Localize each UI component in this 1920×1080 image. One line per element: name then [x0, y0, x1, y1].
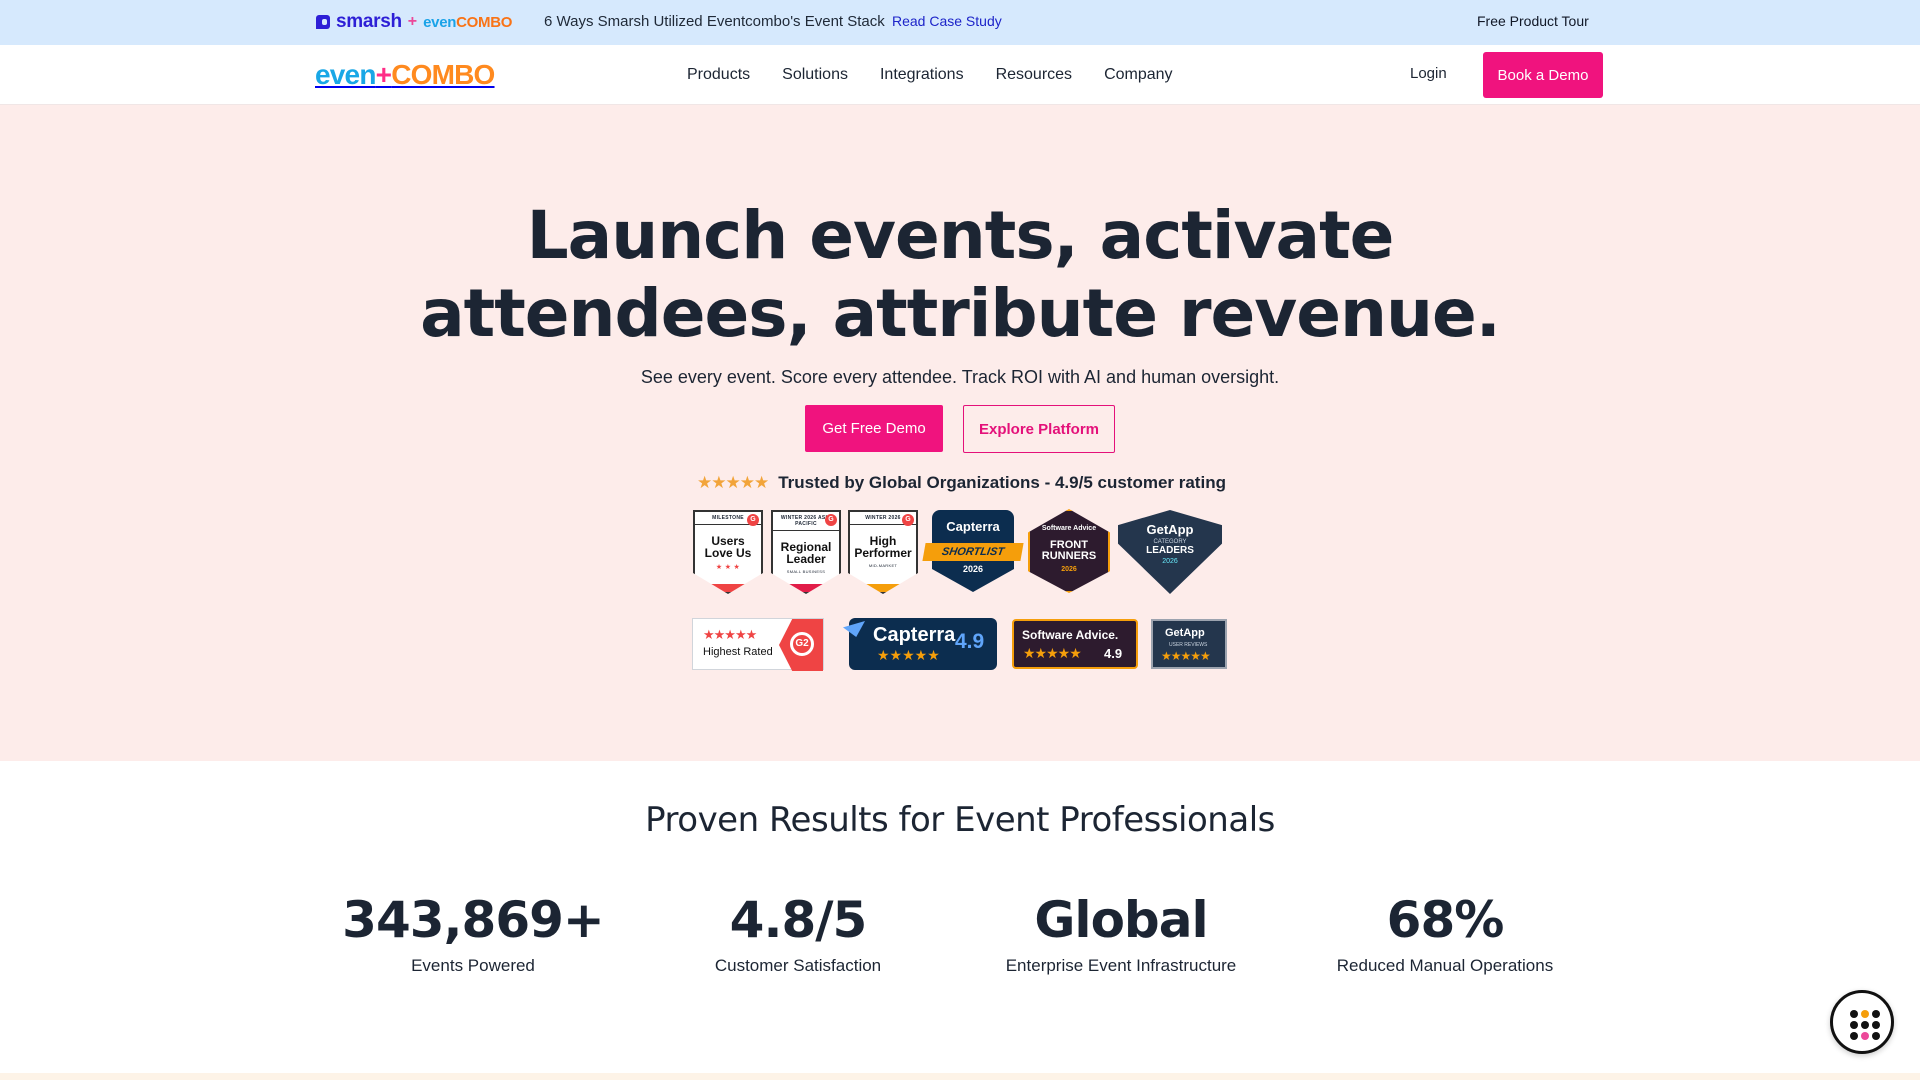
capterra-rating-badge: Capterra ★★★★★ 4.9: [843, 618, 997, 670]
nav-item-company[interactable]: Company: [1104, 65, 1172, 85]
chat-launcher-button[interactable]: [1830, 990, 1894, 1054]
nav-item-solutions[interactable]: Solutions: [782, 65, 848, 85]
hero-subheadline: See every event. Score every attendee. T…: [640, 367, 1280, 387]
get-free-demo-button[interactable]: Get Free Demo: [805, 405, 943, 452]
nav-item-resources[interactable]: Resources: [996, 65, 1072, 85]
main-nav: even+COMBO Products Solutions Integratio…: [0, 45, 1920, 105]
book-demo-button[interactable]: Book a Demo: [1483, 52, 1603, 98]
g2-logo-icon: G2: [779, 619, 823, 671]
hero-headline: Launch events, activate attendees, attrib…: [420, 197, 1501, 352]
eventcombo-small-logo: evenCOMBO: [423, 13, 513, 31]
g2-logo-icon: G: [902, 514, 914, 526]
next-section-edge: [0, 1073, 1920, 1080]
trust-text: Trusted by Global Organizations - 4.9/5 …: [778, 473, 1226, 492]
nav-item-products[interactable]: Products: [687, 65, 750, 85]
getapp-rating-badge: GetApp USER REVIEWS ★★★★★: [1151, 619, 1227, 669]
eventcombo-logo[interactable]: even+COMBO: [315, 60, 495, 90]
stat-events-powered: 343,869+ Events Powered: [342, 891, 605, 975]
capterra-stars-icon: ★★★★★: [877, 647, 940, 663]
g2-logo-icon: G: [825, 514, 837, 526]
rating-stars-icon: ★★★★★: [697, 473, 769, 492]
g2-logo-icon: G: [747, 514, 759, 526]
dots-grid-icon: [1850, 1010, 1880, 1040]
announcement-bar: smarsh + evenCOMBO 6 Ways Smarsh Utilize…: [0, 0, 1920, 45]
software-advice-rating-badge: Software Advice. ★★★★★ 4.9: [1012, 619, 1138, 669]
smarsh-logo-icon: [316, 15, 330, 29]
smarsh-logo-text: smarsh: [336, 11, 402, 32]
read-case-study-link[interactable]: Read Case Study: [892, 13, 1002, 29]
plus-icon: +: [407, 13, 418, 30]
capterra-year: 2026: [963, 564, 984, 574]
g2-highest-rated-badge: ★★★★★ Highest Rated G2: [692, 618, 824, 671]
g2-stars-icon: ★★★★★: [703, 627, 757, 642]
software-advice-stars-icon: ★★★★★: [1023, 645, 1082, 661]
co-brand-logos: smarsh + evenCOMBO: [316, 11, 513, 32]
getapp-stars-icon: ★★★★★: [1161, 649, 1211, 663]
explore-platform-button[interactable]: Explore Platform: [963, 405, 1115, 453]
case-study-text: 6 Ways Smarsh Utilized Eventcombo's Even…: [544, 13, 885, 30]
results-title: Proven Results for Event Professionals: [645, 800, 1275, 840]
free-product-tour-link[interactable]: Free Product Tour: [1477, 13, 1589, 29]
capterra-shortlist-ribbon: SHORTLIST: [922, 543, 1024, 561]
login-link[interactable]: Login: [1410, 65, 1447, 82]
nav-item-integrations[interactable]: Integrations: [880, 65, 964, 85]
stat-reduced-operations: 68% Reduced Manual Operations: [1336, 891, 1554, 975]
nav-menu: Products Solutions Integrations Resource…: [687, 65, 1205, 85]
stat-customer-satisfaction: 4.8/5 Customer Satisfaction: [714, 891, 882, 975]
stat-global: Global Enterprise Event Infrastructure: [1005, 891, 1237, 975]
trust-rating: ★★★★★ Trusted by Global Organizations - …: [697, 471, 1226, 495]
